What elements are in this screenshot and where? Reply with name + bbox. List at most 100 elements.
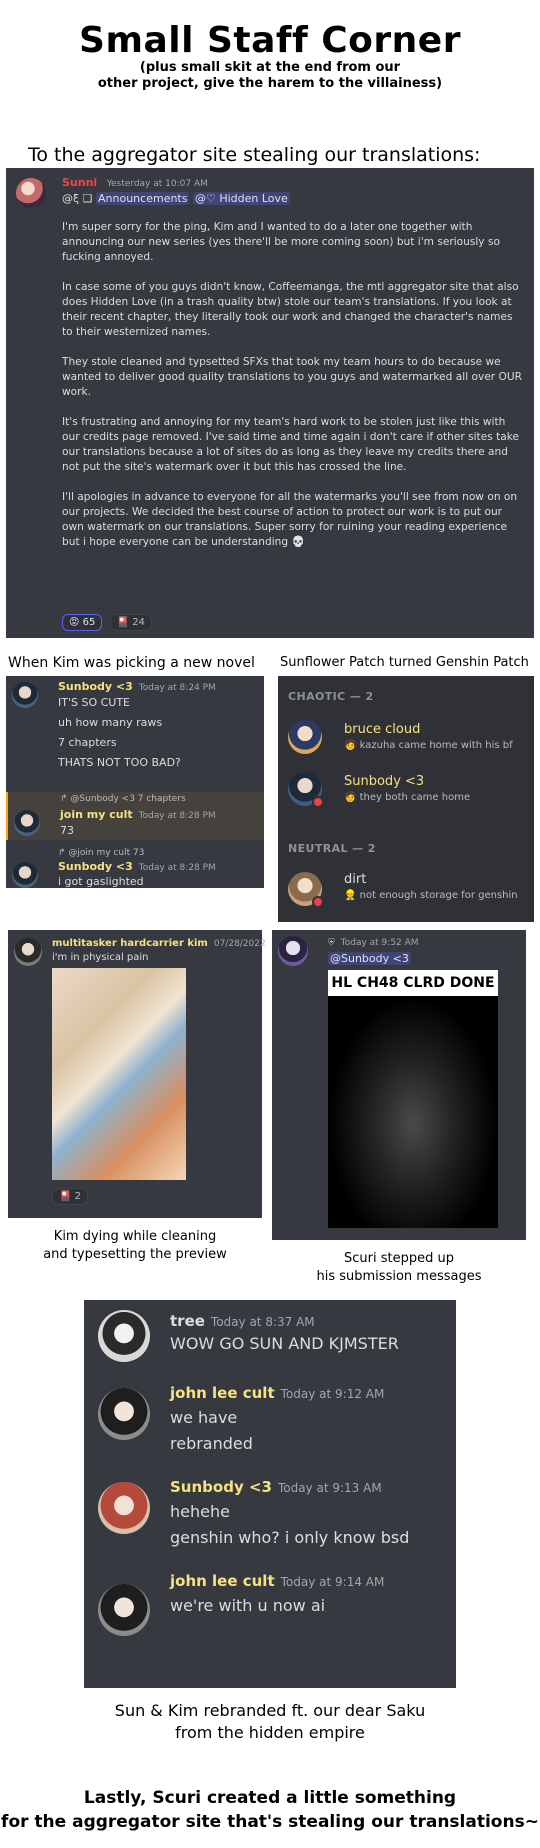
- message-text: 73: [60, 824, 74, 837]
- reply-arrow-icon: ↱: [58, 848, 69, 858]
- avatar[interactable]: [16, 178, 46, 208]
- member-list: CHAOTIC — 2 bruce cloud 🧑 kazuha came ho…: [278, 676, 534, 922]
- message-header: Sunbody <3 Today at 9:13 AM: [170, 1478, 382, 1496]
- message-text: IT'S SO CUTE: [58, 696, 131, 709]
- subtitle-line-2: other project, give the harem to the vil…: [97, 76, 443, 91]
- message-item: Sunbody <3 Today at 8:24 PM IT'S SO CUTE …: [6, 676, 264, 786]
- thanos-image: [328, 996, 498, 1228]
- message-text: uh how many raws: [58, 716, 163, 729]
- avatar[interactable]: [278, 936, 308, 966]
- paragraph: I'm super sorry for the ping, Kim and I …: [62, 221, 500, 263]
- reaction-button[interactable]: 😡 65: [62, 614, 103, 631]
- message-text: genshin who? i only know bsd: [170, 1528, 410, 1547]
- reaction-button[interactable]: 🎴 24: [109, 614, 152, 631]
- footer-text: Lastly, Scuri created a little something…: [0, 1786, 540, 1834]
- paragraph: They stole cleaned and typsetted SFXs th…: [62, 356, 522, 398]
- member-status: 🧑 they both came home: [344, 792, 471, 803]
- username[interactable]: Sunbody <3: [170, 1478, 272, 1496]
- reply-reference[interactable]: ↱ @Sunbody <3 7 chapters: [60, 794, 186, 804]
- megaphone-icon: ❏: [82, 192, 93, 205]
- member-name[interactable]: bruce cloud: [344, 722, 420, 737]
- message-text: THATS NOT TOO BAD?: [58, 756, 181, 769]
- reaction-button[interactable]: 🎴 2: [52, 1188, 89, 1205]
- timestamp: Today at 9:14 AM: [280, 1575, 385, 1589]
- section-heading: To the aggregator site stealing our tran…: [28, 144, 481, 166]
- message-text: @Sunbody <3: [328, 952, 411, 965]
- paragraph-text: I'll apologies in advance to everyone fo…: [62, 491, 518, 548]
- channel-link[interactable]: Announcements: [96, 192, 190, 205]
- reaction-count: 24: [132, 617, 145, 628]
- multitasker-message: multitasker hardcarrier kim 07/28/2022 i'…: [8, 930, 266, 1218]
- caption-line: Sun & Kim rebranded ft. our dear Saku: [114, 1701, 426, 1720]
- username[interactable]: multitasker hardcarrier kim: [52, 938, 208, 949]
- rebrand-caption: Sun & Kim rebranded ft. our dear Saku fr…: [0, 1700, 540, 1744]
- image-caption: HL CH48 CLRD DONE: [328, 970, 498, 996]
- member-name[interactable]: Sunbody <3: [344, 774, 424, 789]
- message-text: rebranded: [170, 1434, 253, 1453]
- avatar[interactable]: [98, 1482, 150, 1534]
- avatar[interactable]: [98, 1388, 150, 1440]
- dnd-status-icon: [312, 896, 324, 908]
- message-text: hehehe: [170, 1502, 230, 1521]
- timestamp: Today at 8:28 PM: [138, 863, 216, 873]
- status-emoji-icon: 👷: [344, 890, 360, 901]
- category-header: NEUTRAL — 2: [288, 842, 376, 855]
- message-header: Sunbody <3 Today at 8:28 PM: [58, 860, 216, 873]
- reply-arrow-icon: ↱: [60, 794, 71, 804]
- message-header: john lee cult Today at 9:14 AM: [170, 1572, 384, 1590]
- message-header: Sunni Yesterday at 10:07 AM: [62, 176, 208, 189]
- page-title: Small Staff Corner: [79, 20, 461, 61]
- message-item: ↱ @join my cult 73 Sunbody <3 Today at 8:…: [6, 846, 264, 888]
- avatar[interactable]: [14, 938, 42, 966]
- timestamp: Today at 8:28 PM: [138, 811, 216, 821]
- attachment-image[interactable]: HL CH48 CLRD DONE: [328, 970, 498, 1228]
- attachment-image[interactable]: [52, 968, 186, 1180]
- username[interactable]: Sunbody <3: [58, 680, 133, 693]
- timestamp: Today at 8:24 PM: [138, 683, 216, 693]
- timestamp: Today at 9:52 AM: [340, 938, 419, 948]
- reply-reference[interactable]: ↱ @join my cult 73: [58, 848, 144, 858]
- username[interactable]: join my cult: [60, 808, 133, 821]
- status-emoji-icon: 🧑: [344, 740, 360, 751]
- timestamp: 07/28/2022: [213, 939, 266, 949]
- avatar[interactable]: [14, 810, 40, 836]
- dnd-status-icon: [312, 796, 324, 808]
- message-text: 7 chapters: [58, 736, 117, 749]
- username[interactable]: john lee cult: [170, 1572, 275, 1590]
- username[interactable]: Sunbody <3: [58, 860, 133, 873]
- footer-line: Lastly, Scuri created a little something: [83, 1788, 457, 1808]
- scuri-message: ⛨ Today at 9:52 AM @Sunbody <3 HL CH48 CL…: [272, 930, 526, 1240]
- caption-line: Scuri stepped up: [344, 1251, 454, 1266]
- multi-caption: Kim dying while cleaning and typesetting…: [8, 1228, 262, 1264]
- footer-line: for the aggregator site that's stealing …: [1, 1812, 539, 1832]
- avatar[interactable]: [12, 682, 38, 708]
- member-name[interactable]: dirt: [344, 872, 366, 887]
- avatar[interactable]: [98, 1310, 150, 1362]
- avatar[interactable]: [288, 720, 322, 754]
- username[interactable]: Sunni: [62, 176, 97, 189]
- username[interactable]: john lee cult: [170, 1384, 275, 1402]
- username[interactable]: tree: [170, 1312, 205, 1330]
- message-header: john lee cult Today at 9:12 AM: [170, 1384, 384, 1402]
- message-item: ↱ @Sunbody <3 7 chapters join my cult Tod…: [6, 792, 264, 840]
- caption-line: Kim dying while cleaning: [53, 1229, 217, 1244]
- reaction-count: 65: [82, 617, 96, 628]
- avatar[interactable]: [12, 862, 38, 888]
- reactions: 😡 65 🎴 24: [62, 614, 156, 631]
- announcement-message: Sunni Yesterday at 10:07 AM @ξ ❏ Announc…: [6, 168, 534, 638]
- message-header: tree Today at 8:37 AM: [170, 1312, 315, 1330]
- message-header: ⛨ Today at 9:52 AM: [328, 938, 419, 948]
- message-text: i got gaslighted: [58, 875, 144, 888]
- avatar[interactable]: [98, 1584, 150, 1636]
- message-header: Sunbody <3 Today at 8:24 PM: [58, 680, 216, 693]
- message-text: i'm in physical pain: [52, 952, 149, 963]
- timestamp: Yesterday at 10:07 AM: [106, 179, 208, 189]
- member-status: 🧑 kazuha came home with his bf: [344, 740, 513, 751]
- sticker-icon: 🎴: [116, 617, 129, 628]
- role-mention[interactable]: @♡ Hidden Love: [192, 192, 290, 205]
- user-mention[interactable]: @Sunbody <3: [328, 952, 411, 965]
- paragraph: In case some of you guys didn't know, Co…: [62, 281, 519, 338]
- message-text: we have: [170, 1408, 238, 1427]
- badge-icon: ⛨: [328, 938, 335, 948]
- caption-line: and typesetting the preview: [43, 1247, 227, 1262]
